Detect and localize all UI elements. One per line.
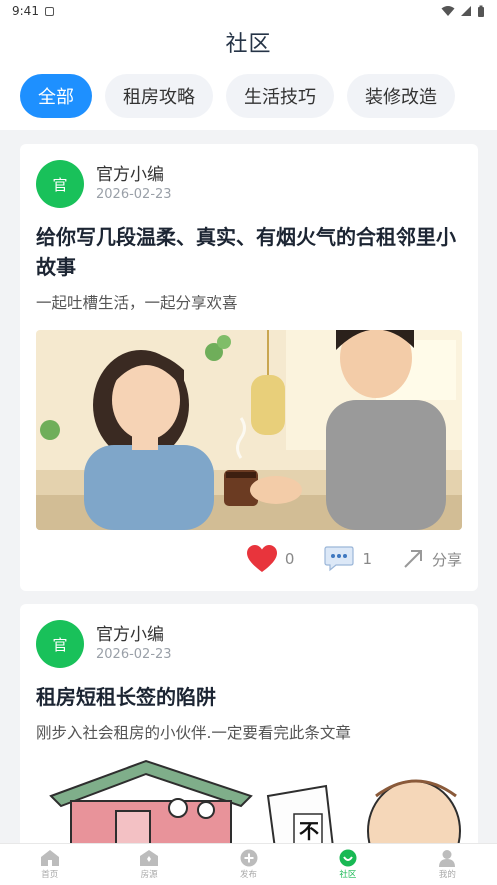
- avatar[interactable]: 官: [36, 160, 84, 208]
- house-icon: [140, 850, 159, 866]
- post-actions: 0 1 分享: [36, 541, 462, 577]
- post-feed: 官 官方小编 2026-02-23 给你写几段温柔、真实、有烟火气的合租邻里小故…: [0, 130, 497, 843]
- nav-item-home[interactable]: 首页: [0, 844, 99, 885]
- tab-all[interactable]: 全部: [20, 74, 92, 118]
- nav-label: 社区: [339, 870, 357, 880]
- share-arrow-icon: [404, 550, 422, 568]
- author-name: 官方小编: [96, 625, 164, 645]
- post-author: 官 官方小编 2026-02-23: [36, 620, 462, 668]
- post-card[interactable]: 官 官方小编 2026-02-23 租房短租长签的陷阱 刚步入社会租房的小伙伴.…: [20, 604, 478, 843]
- post-date: 2026-02-23: [96, 647, 172, 662]
- post-summary: 一起吐槽生活，一起分享欢喜: [36, 294, 238, 312]
- post-author: 官 官方小编 2026-02-23: [36, 160, 462, 208]
- comment-count: 1: [362, 550, 372, 568]
- like-button[interactable]: 0: [246, 545, 295, 573]
- sign-text: 不: [299, 821, 319, 843]
- avatar[interactable]: 官: [36, 620, 84, 668]
- author-meta: 官方小编 2026-02-23: [96, 624, 172, 664]
- nav-label: 发布: [240, 870, 258, 880]
- status-left: 9:41: [12, 4, 54, 18]
- nav-label: 我的: [438, 870, 456, 880]
- author-meta: 官方小编 2026-02-23: [96, 164, 172, 204]
- page-title: 社区: [225, 32, 272, 57]
- heart-icon: [246, 545, 277, 572]
- battery-icon: [478, 5, 484, 17]
- plus-circle-icon: [240, 849, 258, 867]
- share-button[interactable]: 分享: [402, 548, 462, 570]
- house-cartoon-illustration: 不: [36, 756, 462, 843]
- tab-life-tips[interactable]: 生活技巧: [226, 74, 334, 118]
- post-image[interactable]: [36, 330, 462, 530]
- bottom-nav: 首页 房源 发布 社区 我的: [0, 843, 497, 885]
- tab-renovation[interactable]: 装修改造: [347, 74, 455, 118]
- author-name: 官方小编: [96, 165, 164, 185]
- post-title[interactable]: 给你写几段温柔、真实、有烟火气的合租邻里小故事: [36, 222, 462, 282]
- post-summary: 刚步入社会租房的小伙伴.一定要看完此条文章: [36, 724, 351, 742]
- home-icon: [40, 850, 59, 866]
- person-icon: [439, 850, 456, 867]
- page-header: 社区: [0, 22, 497, 62]
- post-date: 2026-02-23: [96, 187, 172, 202]
- signal-icon: [461, 6, 471, 16]
- nav-label: 首页: [41, 870, 59, 880]
- post-card[interactable]: 官 官方小编 2026-02-23 给你写几段温柔、真实、有烟火气的合租邻里小故…: [20, 144, 478, 591]
- share-label: 分享: [431, 550, 462, 569]
- comment-button[interactable]: 1: [324, 546, 372, 572]
- comment-icon: [324, 546, 355, 572]
- nav-item-listings[interactable]: 房源: [99, 844, 198, 885]
- tab-rental-guide[interactable]: 租房攻略: [105, 74, 213, 118]
- wifi-icon: [441, 6, 455, 16]
- kitchen-illustration: [36, 330, 462, 530]
- post-image[interactable]: 不: [36, 756, 462, 843]
- category-tabs: 全部 租房攻略 生活技巧 装修改造: [0, 62, 497, 130]
- community-icon: [339, 849, 357, 867]
- post-title[interactable]: 租房短租长签的陷阱: [36, 682, 462, 712]
- nav-item-community[interactable]: 社区: [298, 844, 397, 885]
- nav-item-profile[interactable]: 我的: [398, 844, 497, 885]
- status-time: 9:41: [12, 4, 39, 18]
- status-right: [441, 5, 485, 18]
- nav-label: 房源: [140, 870, 158, 880]
- nav-item-publish[interactable]: 发布: [199, 844, 298, 885]
- like-count: 0: [284, 550, 295, 568]
- status-bar: 9:41: [0, 0, 497, 22]
- notification-icon: [44, 6, 54, 16]
